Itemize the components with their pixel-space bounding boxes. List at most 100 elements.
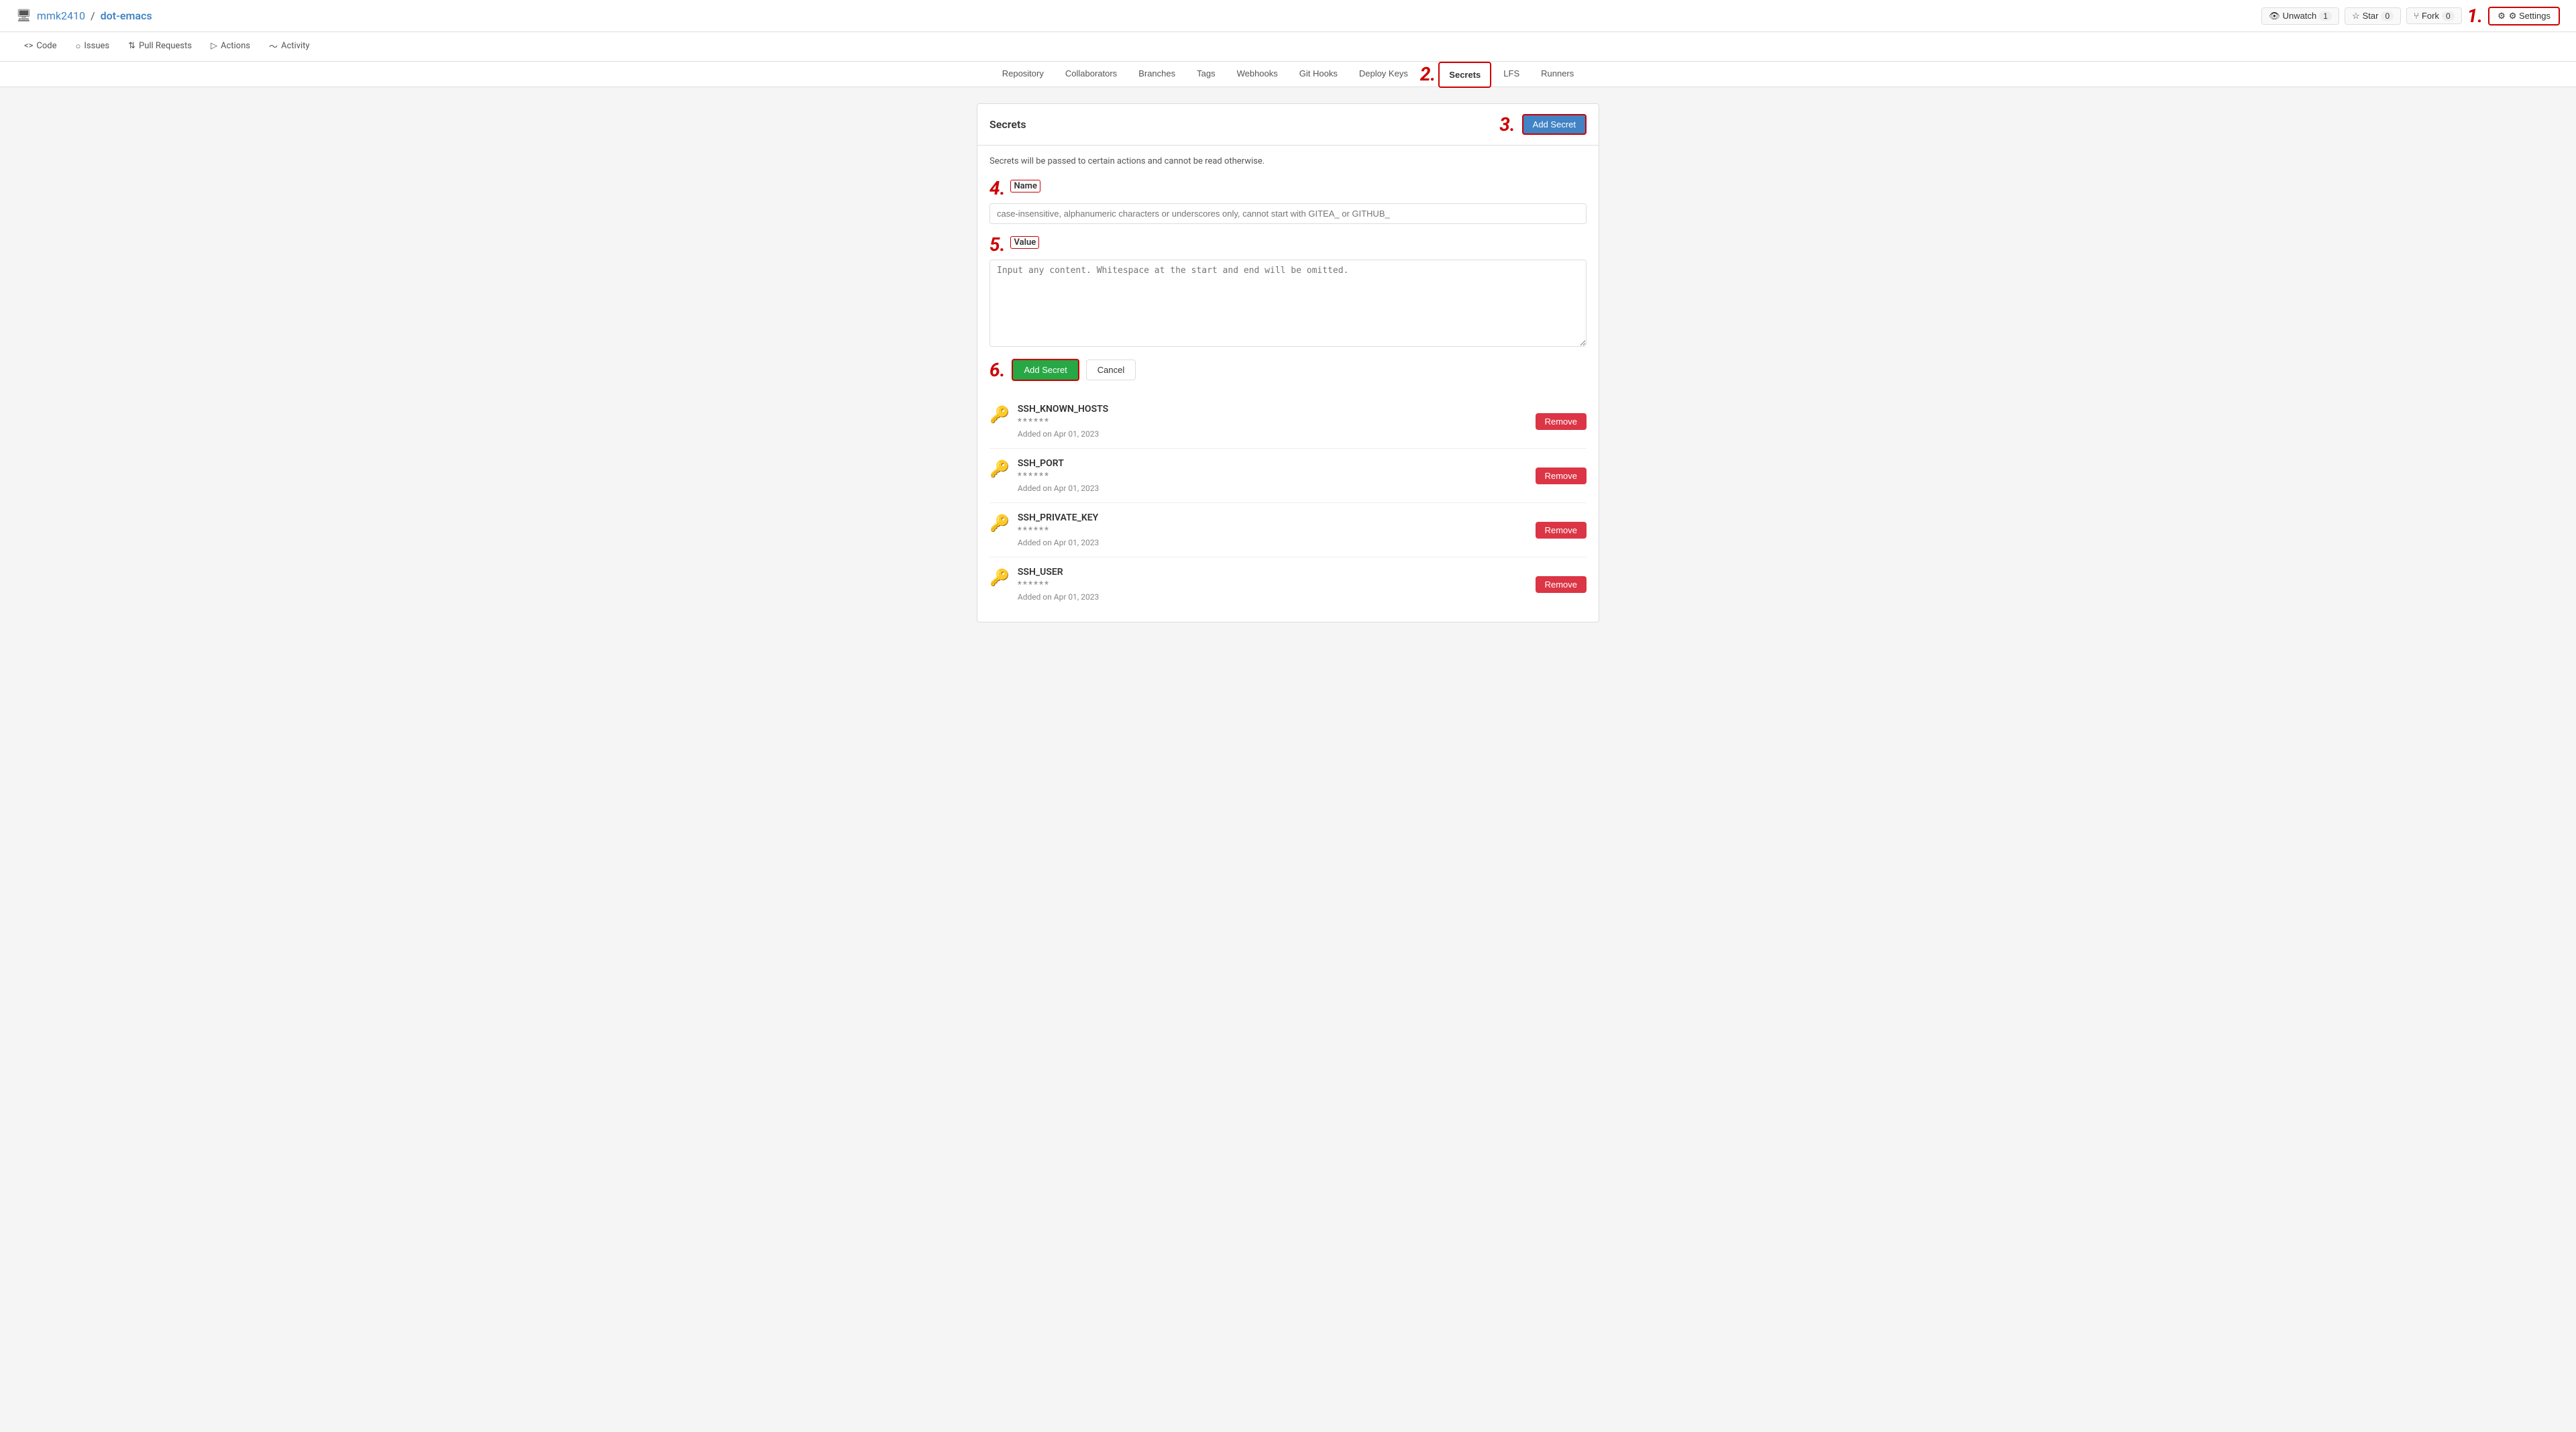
nav-pull-requests[interactable]: ⇅ Pull Requests [120, 34, 200, 59]
secret-left: 🔑 SSH_KNOWN_HOSTS ****** Added on Apr 01… [989, 404, 1108, 439]
key-icon: 🔑 [989, 459, 1010, 478]
settings-button[interactable]: ⚙ ⚙ Settings [2488, 7, 2560, 25]
nav-activity-label: Activity [281, 41, 310, 51]
secret-dots: ****** [1018, 417, 1108, 427]
gear-icon: ⚙ [2498, 11, 2506, 21]
annotation-3: 3. [1499, 113, 1515, 135]
issues-icon: ○ [76, 41, 81, 52]
settings-tabs: Repository Collaborators Branches Tags W… [0, 62, 2576, 87]
repo-title: 🖥 mmk2410 / dot-emacs [16, 9, 152, 23]
tab-tags[interactable]: Tags [1187, 62, 1224, 87]
form-actions: 6. Add Secret Cancel [989, 359, 1587, 381]
secret-item-ssh-user: 🔑 SSH_USER ****** Added on Apr 01, 2023 … [989, 557, 1587, 611]
name-input[interactable] [989, 203, 1587, 224]
actions-icon: ▷ [211, 41, 217, 51]
secret-left: 🔑 SSH_USER ****** Added on Apr 01, 2023 [989, 567, 1099, 602]
annotation-2: 2. [1420, 63, 1436, 85]
secrets-list: 🔑 SSH_KNOWN_HOSTS ****** Added on Apr 01… [989, 394, 1587, 611]
section-body: Secrets will be passed to certain action… [977, 146, 1599, 622]
tab-webhooks[interactable]: Webhooks [1228, 62, 1287, 87]
secret-item-ssh-private-key: 🔑 SSH_PRIVATE_KEY ****** Added on Apr 01… [989, 502, 1587, 557]
tab-lfs[interactable]: LFS [1494, 62, 1529, 87]
nav-pr-label: Pull Requests [139, 41, 192, 51]
secret-info: SSH_PORT ****** Added on Apr 01, 2023 [1018, 458, 1099, 493]
remove-ssh-port-button[interactable]: Remove [1536, 467, 1587, 484]
secret-info: SSH_KNOWN_HOSTS ****** Added on Apr 01, … [1018, 404, 1108, 439]
fork-label: Fork [2422, 11, 2439, 21]
section-title: Secrets [989, 118, 1026, 131]
add-secret-top-button[interactable]: Add Secret [1522, 114, 1587, 135]
key-icon: 🔑 [989, 568, 1010, 587]
eye-icon: 👁 [2269, 11, 2280, 21]
secrets-section: Secrets 3. Add Secret Secrets will be pa… [977, 103, 1599, 622]
annotation-6: 6. [989, 359, 1005, 381]
value-label: Value [1010, 236, 1039, 249]
remove-ssh-user-button[interactable]: Remove [1536, 576, 1587, 593]
secret-name: SSH_PRIVATE_KEY [1018, 512, 1099, 523]
star-count: 0 [2381, 11, 2394, 21]
nav-code[interactable]: <> Code [16, 34, 65, 59]
value-textarea[interactable] [989, 260, 1587, 347]
top-navigation: 🖥 mmk2410 / dot-emacs 👁 Unwatch 1 ☆ Star… [0, 0, 2576, 32]
name-label: Name [1010, 180, 1040, 192]
annotation-4: 4. [989, 177, 1005, 199]
secret-date: Added on Apr 01, 2023 [1018, 429, 1108, 439]
annotation-5: 5. [989, 233, 1005, 256]
remove-ssh-known-hosts-button[interactable]: Remove [1536, 413, 1587, 430]
settings-label: ⚙ Settings [2509, 11, 2551, 21]
fork-icon: ⑂ [2414, 11, 2419, 21]
tab-branches[interactable]: Branches [1129, 62, 1185, 87]
repo-name-link[interactable]: dot-emacs [101, 9, 152, 22]
add-secret-submit-button[interactable]: Add Secret [1012, 359, 1079, 381]
nav-actions-label: Actions [221, 41, 250, 51]
secret-date: Added on Apr 01, 2023 [1018, 484, 1099, 493]
header-actions: 👁 Unwatch 1 ☆ Star 0 ⑂ Fork 0 1. ⚙ ⚙ Set… [2261, 5, 2560, 27]
name-form-group: 4. Name [989, 177, 1587, 224]
unwatch-button[interactable]: 👁 Unwatch 1 [2261, 7, 2339, 25]
section-header: Secrets 3. Add Secret [977, 104, 1599, 146]
tab-deploy-keys[interactable]: Deploy Keys [1350, 62, 1417, 87]
code-icon: <> [24, 41, 33, 51]
fork-count: 0 [2442, 11, 2455, 21]
tab-repository[interactable]: Repository [993, 62, 1053, 87]
pr-icon: ⇅ [128, 41, 136, 51]
star-icon: ☆ [2352, 11, 2360, 21]
tab-runners[interactable]: Runners [1532, 62, 1583, 87]
repo-owner-link[interactable]: mmk2410 [37, 9, 85, 22]
secret-info: SSH_PRIVATE_KEY ****** Added on Apr 01, … [1018, 512, 1099, 547]
secret-name: SSH_KNOWN_HOSTS [1018, 404, 1108, 415]
secret-date: Added on Apr 01, 2023 [1018, 592, 1099, 602]
secret-dots: ****** [1018, 580, 1099, 590]
secret-name: SSH_USER [1018, 567, 1099, 577]
secret-name: SSH_PORT [1018, 458, 1099, 469]
fork-button[interactable]: ⑂ Fork 0 [2406, 7, 2462, 24]
secret-item-ssh-port: 🔑 SSH_PORT ****** Added on Apr 01, 2023 … [989, 448, 1587, 502]
secret-dots: ****** [1018, 471, 1099, 482]
key-icon: 🔑 [989, 514, 1010, 533]
star-label: Star [2363, 11, 2379, 21]
tab-collaborators[interactable]: Collaborators [1056, 62, 1126, 87]
cancel-button[interactable]: Cancel [1086, 360, 1136, 380]
nav-issues[interactable]: ○ Issues [68, 34, 118, 60]
repo-separator: / [91, 9, 95, 22]
nav-code-label: Code [36, 41, 56, 51]
key-icon: 🔑 [989, 405, 1010, 424]
section-description: Secrets will be passed to certain action… [989, 156, 1587, 166]
star-button[interactable]: ☆ Star 0 [2345, 7, 2401, 25]
secret-date: Added on Apr 01, 2023 [1018, 538, 1099, 547]
unwatch-count: 1 [2319, 11, 2332, 21]
unwatch-label: Unwatch [2283, 11, 2317, 21]
repo-icon: 🖥 [16, 9, 32, 23]
nav-actions[interactable]: ▷ Actions [203, 34, 258, 59]
main-content: Secrets 3. Add Secret Secrets will be pa… [966, 103, 1610, 622]
nav-activity[interactable]: 〜 Activity [261, 33, 318, 60]
secret-dots: ****** [1018, 525, 1099, 536]
secret-left: 🔑 SSH_PRIVATE_KEY ****** Added on Apr 01… [989, 512, 1099, 547]
tab-git-hooks[interactable]: Git Hooks [1290, 62, 1347, 87]
remove-ssh-private-key-button[interactable]: Remove [1536, 522, 1587, 539]
tab-secrets[interactable]: Secrets [1438, 62, 1491, 88]
activity-icon: 〜 [269, 40, 278, 52]
annotation-1: 1. [2467, 5, 2483, 27]
nav-issues-label: Issues [84, 41, 109, 51]
secret-left: 🔑 SSH_PORT ****** Added on Apr 01, 2023 [989, 458, 1099, 493]
